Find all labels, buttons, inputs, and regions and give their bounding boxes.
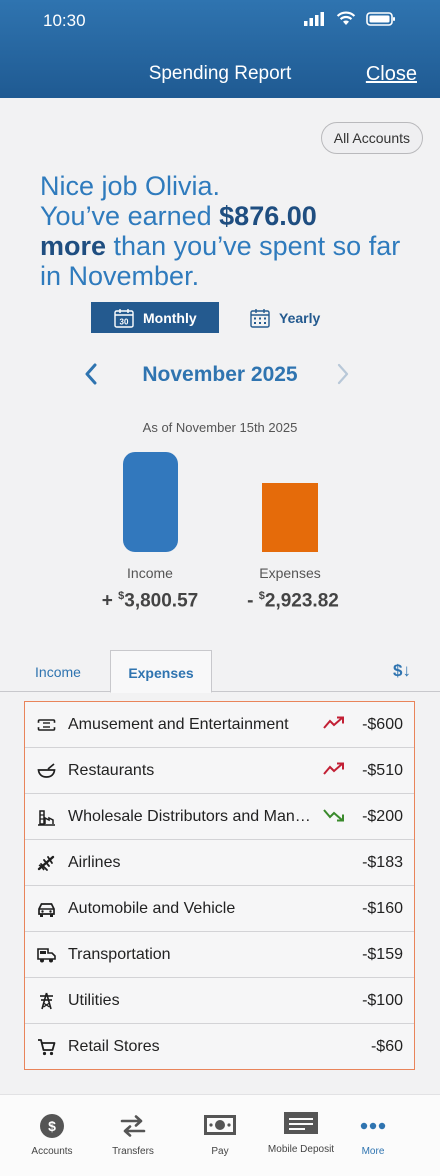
chevron-right-icon[interactable] (334, 362, 352, 386)
category-amount: -$510 (362, 762, 403, 779)
car-icon (38, 903, 55, 917)
nav-label: Transfers (112, 1146, 154, 1157)
svg-text:30: 30 (120, 317, 129, 326)
summary-greeting: Nice job Olivia. (40, 171, 221, 201)
bowl-icon (37, 763, 56, 778)
factory-icon (38, 810, 55, 826)
more-dots-icon (360, 1122, 386, 1130)
category-name: Retail Stores (68, 1038, 160, 1055)
category-name: Amusement and Entertainment (68, 716, 289, 733)
category-row[interactable]: Restaurants -$510 (25, 748, 414, 794)
dollar-coin-icon: $ (40, 1114, 64, 1138)
nav-label: Accounts (31, 1146, 73, 1157)
monthly-label: Monthly (143, 309, 197, 326)
expenses-amount: - $2,923.82 (247, 590, 339, 612)
tab-income[interactable]: Income (24, 650, 92, 692)
trend-indicator (323, 808, 345, 827)
cart-icon (38, 1039, 56, 1056)
summary-more: more (40, 231, 107, 261)
nav-label: More (361, 1146, 385, 1157)
nav-accounts[interactable]: $ Accounts (7, 1095, 97, 1176)
summary-amount: $876.00 (219, 201, 317, 231)
income-bar (123, 452, 178, 552)
nav-more[interactable]: More (328, 1095, 418, 1176)
income-amount: + $3,800.57 (101, 590, 199, 612)
category-amount: -$60 (370, 1038, 403, 1055)
category-amount: -$160 (362, 900, 403, 917)
summary-headline: Nice job Olivia. You’ve earned $876.00 m… (40, 171, 420, 291)
all-accounts-filter-button[interactable]: All Accounts (320, 122, 423, 154)
calendar-grid-icon (250, 308, 270, 328)
trend-up-icon (323, 716, 344, 729)
category-row[interactable]: Transportation -$159 (25, 932, 414, 978)
yearly-label: Yearly (279, 309, 321, 326)
expense-category-list: Amusement and Entertainment -$600 Restaura… (24, 701, 415, 1070)
as-of-date: As of November 15th 2025 (142, 420, 298, 435)
category-row[interactable]: Retail Stores -$60 (25, 1024, 414, 1069)
category-amount: -$600 (362, 716, 403, 733)
category-row[interactable]: Amusement and Entertainment -$600 (25, 702, 414, 748)
category-name: Wholesale Distributors and Manufacturers (68, 808, 318, 825)
bill-icon (204, 1115, 236, 1135)
category-row[interactable]: Utilities -$100 (25, 978, 414, 1024)
monthly-toggle-button[interactable]: 30 Monthly (91, 302, 219, 333)
summary-prefix: You’ve earned (40, 201, 220, 231)
category-name: Utilities (68, 992, 120, 1009)
category-amount: -$100 (362, 992, 403, 1009)
trend-down-icon (323, 809, 344, 822)
income-label: Income (127, 565, 173, 581)
close-button[interactable]: Close (366, 63, 417, 86)
trend-up-icon (323, 762, 344, 775)
yearly-toggle-button[interactable]: Yearly (250, 302, 320, 333)
month-navigator: November 2025 (0, 360, 440, 390)
signal-icon (304, 11, 324, 26)
category-name: Restaurants (68, 762, 155, 779)
wifi-icon (336, 11, 356, 25)
bottom-navigation: $ Accounts Transfers Pay Mobile Deposit … (0, 1094, 440, 1176)
category-name: Airlines (68, 854, 121, 871)
status-icons (304, 11, 396, 26)
category-amount: -$200 (362, 808, 403, 825)
tab-bar: Income Expenses $↓ (0, 650, 440, 693)
nav-pay[interactable]: Pay (175, 1095, 265, 1176)
transfer-arrows-icon (120, 1115, 146, 1137)
category-row[interactable]: Airlines -$183 (25, 840, 414, 886)
nav-transfers[interactable]: Transfers (88, 1095, 178, 1176)
bus-icon (37, 948, 56, 963)
category-name: Transportation (68, 946, 171, 963)
app-header: 10:30 Spending Report Close (0, 0, 440, 98)
category-row[interactable]: Automobile and Vehicle -$160 (25, 886, 414, 932)
trend-indicator (323, 716, 345, 735)
category-name: Automobile and Vehicle (68, 900, 236, 917)
battery-icon (366, 11, 395, 26)
status-time: 10:30 (43, 11, 86, 30)
check-deposit-icon (284, 1112, 318, 1134)
category-row[interactable]: Wholesale Distributors and Manufacturers… (25, 794, 414, 840)
sort-descending-dollar-icon[interactable]: $↓ (393, 661, 411, 681)
calendar-day-icon: 30 (114, 308, 134, 328)
category-amount: -$159 (362, 946, 403, 963)
nav-label: Pay (211, 1146, 229, 1157)
trend-indicator (323, 762, 345, 781)
month-label: November 2025 (142, 363, 298, 386)
ticket-icon (37, 719, 56, 731)
expenses-label: Expenses (259, 565, 321, 581)
power-tower-icon (40, 992, 53, 1010)
category-amount: -$183 (362, 854, 403, 871)
svg-text:$: $ (48, 1118, 56, 1134)
airplane-icon (37, 855, 55, 871)
tab-expenses[interactable]: Expenses (110, 650, 212, 693)
expenses-bar (262, 483, 318, 552)
